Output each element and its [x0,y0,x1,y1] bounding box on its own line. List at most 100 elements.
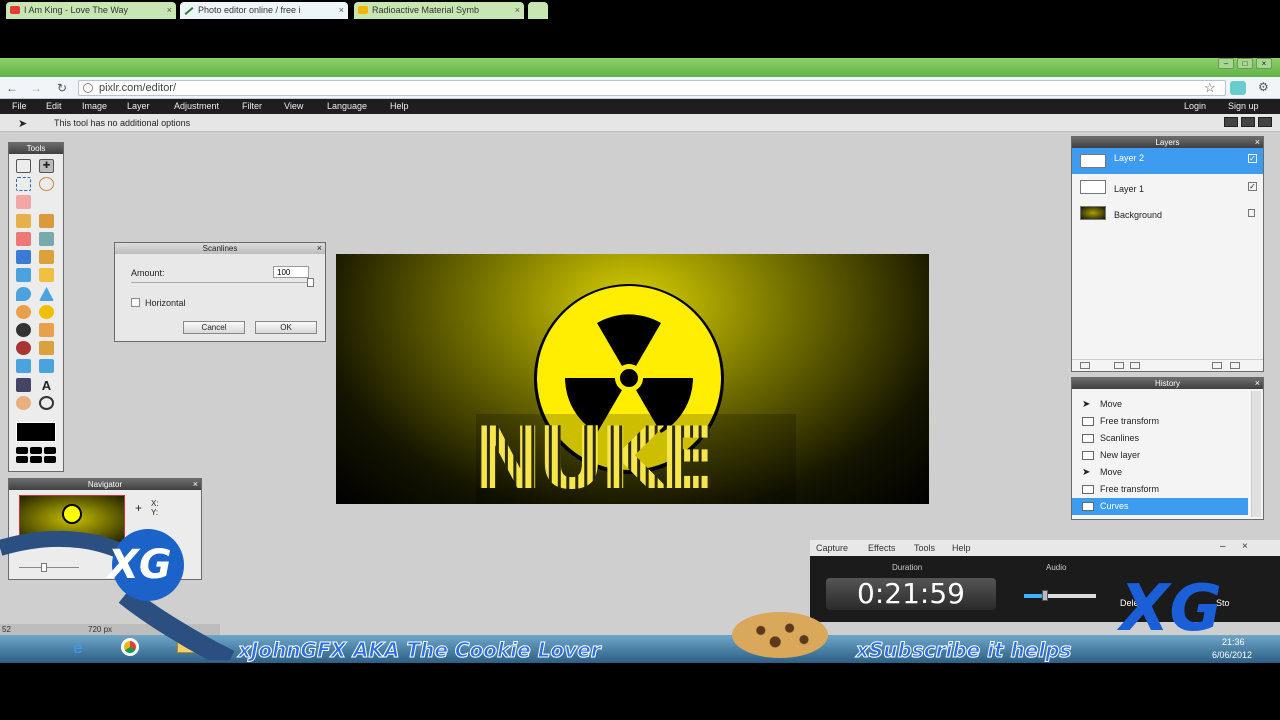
layers-title: Layers [1155,138,1180,147]
gradient-tool-icon[interactable] [16,250,31,264]
history-item[interactable]: ➤ Move [1072,396,1248,413]
extension-icon[interactable] [1230,81,1246,95]
bucket-tool-icon[interactable] [39,232,54,246]
address-bar[interactable]: pixlr.com/editor/ [78,80,1226,96]
menu-view[interactable]: View [284,101,303,111]
pencil-tool-icon[interactable] [16,214,31,228]
dodge-tool-icon[interactable] [39,323,54,337]
back-icon[interactable]: ← [4,80,20,96]
amount-slider[interactable] [131,282,311,283]
menu-edit[interactable]: Edit [46,101,62,111]
capture-menu-help[interactable]: Help [952,543,971,553]
close-icon[interactable]: × [317,243,322,253]
colorpicker-tool-icon[interactable] [16,378,31,392]
hand-tool-icon[interactable] [16,396,31,410]
browser-tab-1[interactable]: I Am King - Love The Way × [6,2,176,19]
redeye-tool-icon[interactable] [16,341,31,355]
close-tab-icon[interactable]: × [339,5,344,15]
menu-adjustment[interactable]: Adjustment [174,101,219,111]
layer-row[interactable]: Layer 1 ✓ [1072,174,1263,200]
capture-menu-tools[interactable]: Tools [914,543,935,553]
color-grid-icon[interactable] [16,447,56,463]
menu-filter[interactable]: Filter [242,101,262,111]
replace-tool-icon[interactable] [16,268,31,282]
reload-icon[interactable]: ↻ [54,80,70,96]
dialog-title-bar: Scanlines × [115,243,325,254]
move-tool-icon[interactable]: ✚ [39,159,54,173]
history-item[interactable]: New layer [1072,447,1248,464]
history-item[interactable]: Free transform [1072,481,1248,498]
visibility-checkbox[interactable]: ✓ [1248,182,1257,191]
history-scrollbar[interactable] [1251,391,1261,517]
horizontal-checkbox[interactable] [131,298,140,307]
type-tool-icon[interactable]: A [39,378,54,393]
new-layer-icon[interactable] [1212,362,1222,369]
capture-menu-capture[interactable]: Capture [816,543,848,553]
close-window-icon[interactable]: × [1256,58,1272,69]
spot-heal-tool-icon[interactable] [39,341,54,355]
menu-image[interactable]: Image [82,101,107,111]
minimize-icon[interactable]: – [1220,541,1226,552]
history-item[interactable]: Scanlines [1072,430,1248,447]
sponge-tool-icon[interactable] [39,305,54,319]
layer-mask-icon[interactable] [1114,362,1124,369]
close-icon[interactable]: × [1255,137,1260,147]
browser-tab-3[interactable]: Radioactive Material Symb × [354,2,524,19]
amount-input[interactable] [273,266,309,278]
blur-tool-icon[interactable] [16,287,31,301]
menu-language[interactable]: Language [327,101,367,111]
brush-tool-icon[interactable] [39,214,54,228]
capture-menu-effects[interactable]: Effects [868,543,895,553]
close-tab-icon[interactable]: × [167,5,172,15]
history-item-selected[interactable]: Curves [1072,498,1248,515]
close-icon[interactable]: × [1242,541,1248,552]
wrench-icon[interactable]: ⚙ [1258,80,1269,94]
menu-layer[interactable]: Layer [127,101,150,111]
layer-style-icon[interactable] [1130,362,1140,369]
close-icon[interactable]: × [1255,378,1260,388]
signup-link[interactable]: Sign up [1228,101,1259,111]
layer-row[interactable]: Background [1072,200,1263,226]
history-item[interactable]: ➤ Move [1072,464,1248,481]
crop-tool-icon[interactable] [16,159,31,173]
sharpen-tool-icon[interactable] [39,287,54,301]
menu-file[interactable]: File [12,101,27,111]
drawing-tool-icon[interactable] [39,268,54,282]
zoom-tool-icon[interactable] [39,396,54,410]
wand-tool-icon[interactable] [16,195,31,209]
layers-panel: Layers × Layer 2 ✓ Layer 1 ✓ Background [1071,136,1264,372]
eraser-tool-icon[interactable] [16,232,31,246]
pinch-tool-icon[interactable] [39,359,54,373]
delete-layer-icon[interactable] [1230,362,1240,369]
new-tab-button[interactable] [528,2,548,19]
smudge-tool-icon[interactable] [16,305,31,319]
cancel-button[interactable]: Cancel [183,321,245,334]
login-link[interactable]: Login [1184,101,1206,111]
layer-row[interactable]: Layer 2 ✓ [1072,148,1263,174]
visibility-checkbox[interactable]: ✓ [1248,154,1257,163]
bloat-tool-icon[interactable] [16,359,31,373]
history-item[interactable]: Free transform [1072,413,1248,430]
stamp-tool-icon[interactable] [39,250,54,264]
audio-slider-handle[interactable] [1042,590,1048,601]
forward-icon[interactable]: → [28,80,44,96]
amount-slider-handle[interactable] [307,278,314,287]
minimize-icon[interactable] [1224,117,1238,127]
marquee-tool-icon[interactable] [16,177,31,191]
lasso-tool-icon[interactable] [39,177,54,191]
close-tab-icon[interactable]: × [515,5,520,15]
ok-button[interactable]: OK [255,321,317,334]
foreground-color-swatch[interactable] [16,422,56,442]
audio-slider[interactable] [1024,594,1096,598]
browser-tab-2[interactable]: Photo editor online / free i × [180,2,348,19]
minimize-icon[interactable]: – [1218,58,1234,69]
maximize-icon[interactable]: □ [1237,58,1253,69]
image-canvas[interactable]: NUKE [336,254,929,504]
menu-help[interactable]: Help [390,101,409,111]
layer-settings-icon[interactable] [1080,362,1090,369]
maximize-icon[interactable] [1241,117,1255,127]
fullscreen-icon[interactable] [1258,117,1272,127]
burn-tool-icon[interactable] [16,323,31,337]
bookmark-star-icon[interactable]: ☆ [1204,80,1216,96]
close-icon[interactable]: × [193,479,198,489]
